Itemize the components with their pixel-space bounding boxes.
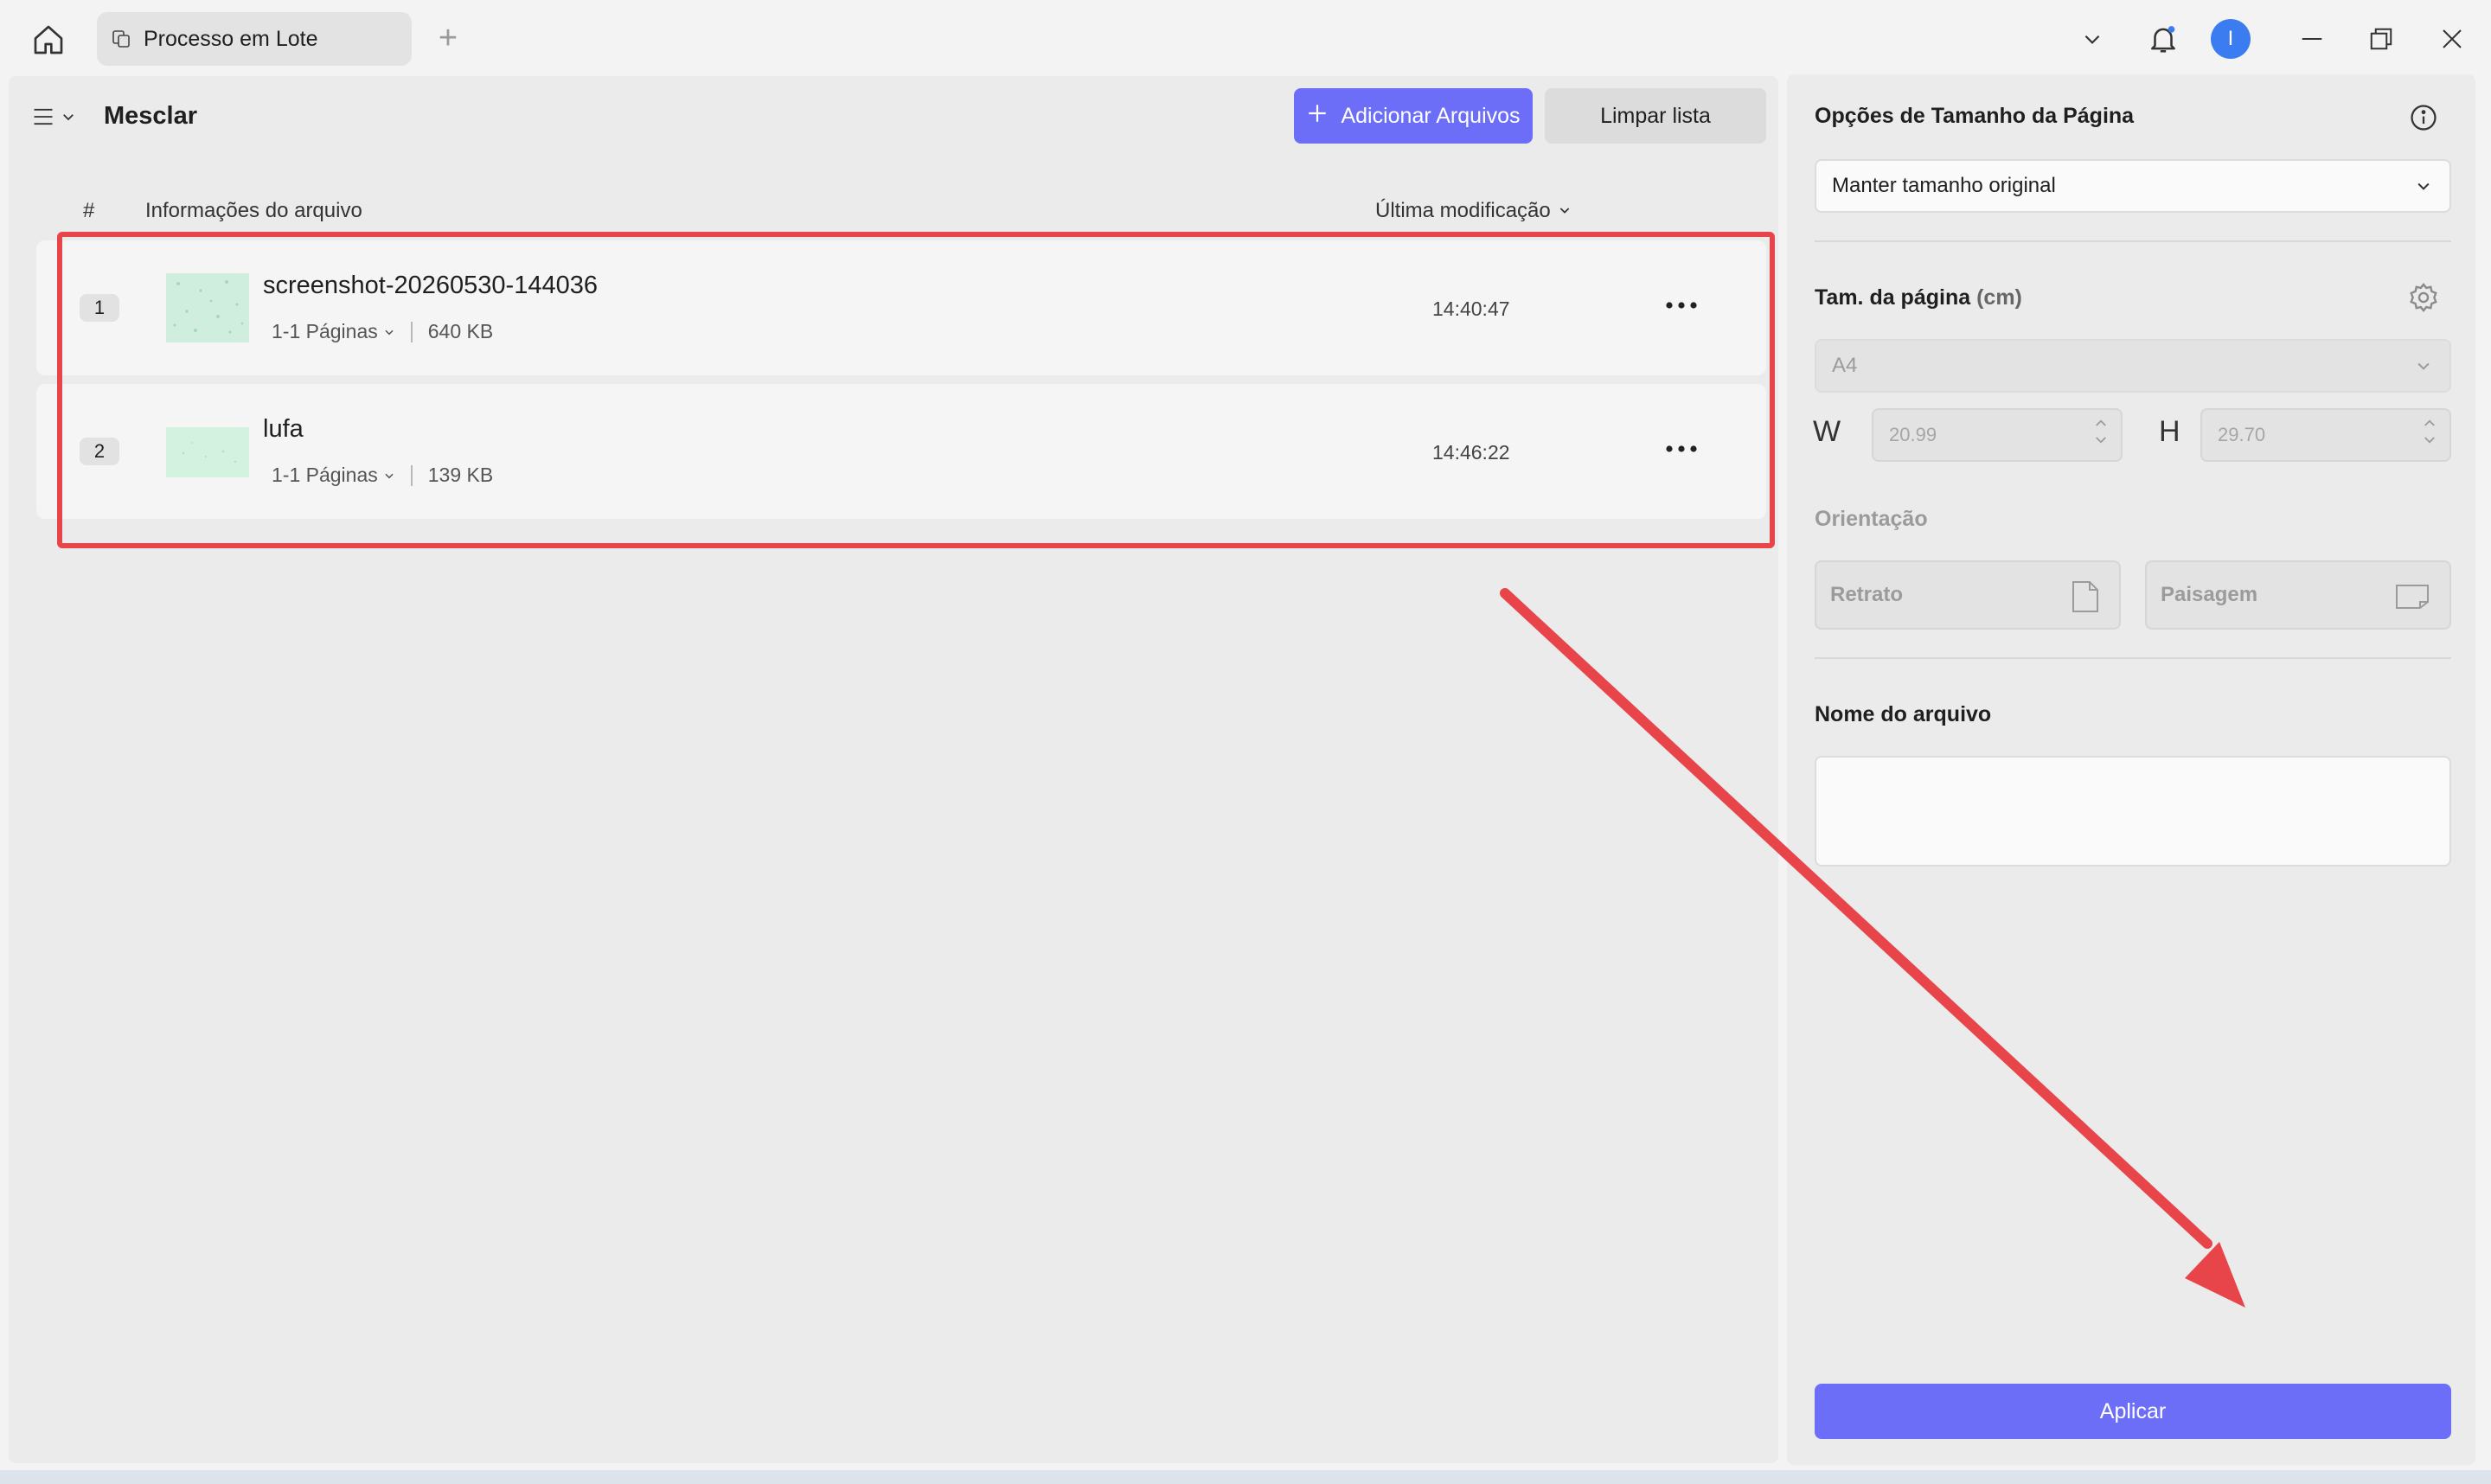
chevron-down-icon (2415, 356, 2432, 381)
home-icon[interactable] (26, 19, 71, 61)
landscape-button[interactable]: Paisagem (2145, 560, 2451, 630)
landscape-label: Paisagem (2161, 583, 2258, 606)
plus-icon (1306, 102, 1329, 131)
height-letter: H (2159, 415, 2180, 448)
chevron-down-icon (2415, 176, 2432, 201)
landscape-page-icon (2394, 583, 2430, 617)
filename-label: Nome do arquivo (1815, 702, 1992, 726)
tab-batch-process[interactable]: Processo em Lote (97, 12, 412, 66)
width-value: 20.99 (1889, 424, 1937, 445)
height-stepper[interactable] (2422, 417, 2437, 446)
add-files-label: Adicionar Arquivos (1341, 103, 1521, 128)
documents-icon (111, 27, 135, 51)
plus-icon[interactable]: + (431, 20, 465, 56)
merge-panel: Mesclar Adicionar Arquivos Limpar lista … (9, 76, 1778, 1463)
chevron-down-icon (1558, 199, 1572, 223)
minimize-icon[interactable] (2292, 19, 2332, 59)
gear-icon[interactable] (2405, 278, 2443, 317)
page-size-option-value: Manter tamanho original (1832, 174, 2056, 197)
tab-label: Processo em Lote (144, 26, 318, 51)
divider (1815, 240, 2451, 242)
page-size-label: Tam. da página (cm) (1815, 285, 2022, 310)
width-input[interactable]: 20.99 (1872, 408, 2123, 462)
width-stepper[interactable] (2093, 417, 2109, 446)
apply-button[interactable]: Aplicar (1815, 1384, 2451, 1439)
avatar[interactable]: I (2211, 19, 2251, 59)
close-icon[interactable] (2432, 19, 2472, 59)
highlight-annotation-box (57, 232, 1775, 548)
height-input[interactable]: 29.70 (2200, 408, 2451, 462)
bell-icon[interactable] (2143, 19, 2183, 59)
taskbar-edge (0, 1470, 2491, 1484)
restore-icon[interactable] (2361, 19, 2401, 59)
divider (1815, 657, 2451, 659)
chevron-down-icon (61, 109, 76, 129)
column-last-modified[interactable]: Última modificação (1375, 199, 1572, 223)
add-files-button[interactable]: Adicionar Arquivos (1294, 88, 1533, 144)
paper-format-value: A4 (1832, 354, 1858, 377)
page-size-options-label: Opções de Tamanho da Página (1815, 104, 2135, 128)
portrait-label: Retrato (1830, 583, 1904, 606)
menu-button[interactable] (31, 100, 88, 137)
orientation-label: Orientação (1815, 507, 1928, 531)
page-size-unit: (cm) (1976, 285, 2022, 310)
width-letter: W (1813, 415, 1841, 448)
paper-format-select[interactable]: A4 (1815, 339, 2451, 393)
portrait-page-icon (2071, 579, 2100, 620)
portrait-button[interactable]: Retrato (1815, 560, 2121, 630)
column-file-info: Informações do arquivo (145, 199, 362, 222)
column-last-modified-label: Última modificação (1375, 199, 1551, 222)
menu-icon (31, 105, 55, 133)
column-number: # (83, 199, 95, 222)
info-icon[interactable] (2406, 100, 2441, 135)
height-value: 29.70 (2218, 424, 2266, 445)
merge-header: Mesclar Adicionar Arquivos Limpar lista (9, 76, 1778, 159)
filename-input[interactable] (1815, 756, 2451, 867)
title-bar: Processo em Lote + I (0, 0, 2491, 76)
chevron-down-icon[interactable] (2072, 19, 2112, 59)
page-size-label-text: Tam. da página (1815, 285, 1971, 310)
page-title: Mesclar (104, 102, 198, 130)
page-size-option-select[interactable]: Manter tamanho original (1815, 159, 2451, 213)
clear-list-button[interactable]: Limpar lista (1545, 88, 1766, 144)
settings-panel: Opções de Tamanho da Página Manter taman… (1787, 74, 2475, 1465)
